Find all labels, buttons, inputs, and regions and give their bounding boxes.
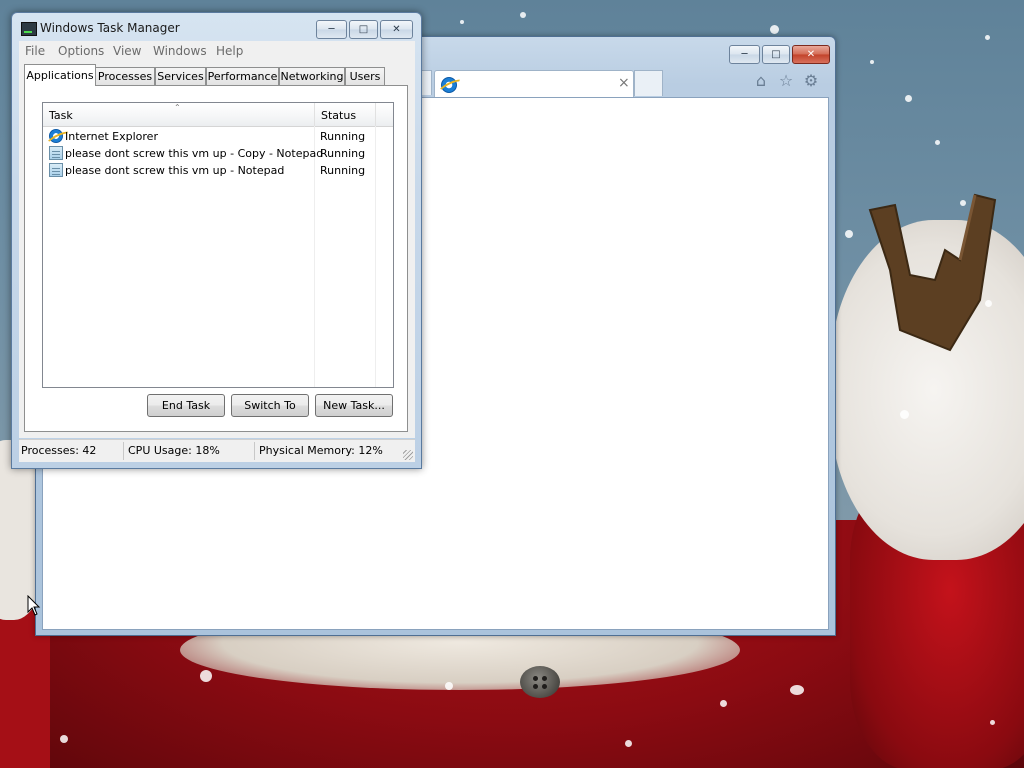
status-physical-memory: Physical Memory: 12% — [259, 444, 383, 457]
tab-networking[interactable]: Networking — [279, 67, 345, 85]
switch-to-button[interactable]: Switch To — [231, 394, 309, 417]
task-name: Internet Explorer — [65, 130, 158, 143]
menu-help[interactable]: Help — [216, 44, 243, 58]
wallpaper-santa-glove — [868, 193, 997, 352]
ie-new-tab-button[interactable] — [634, 70, 663, 96]
column-header-status[interactable]: Status — [315, 103, 376, 126]
menu-file[interactable]: File — [25, 44, 45, 58]
menu-windows[interactable]: Windows — [153, 44, 207, 58]
status-divider — [254, 442, 255, 460]
status-divider — [123, 442, 124, 460]
task-name: please dont screw this vm up - Notepad — [65, 164, 285, 177]
tab-performance[interactable]: Performance — [206, 67, 279, 85]
status-cpu-usage: CPU Usage: 18% — [128, 444, 220, 457]
mouse-cursor-icon — [27, 595, 41, 616]
table-row[interactable]: Internet Explorer Running — [43, 128, 393, 145]
notepad-icon — [49, 146, 63, 160]
ie-maximize-button[interactable]: □ — [762, 45, 790, 64]
tab-applications[interactable]: Applications — [24, 64, 96, 86]
settings-gear-icon[interactable]: ⚙ — [802, 72, 820, 90]
status-processes: Processes: 42 — [21, 444, 97, 457]
resize-grip[interactable] — [403, 450, 413, 460]
table-row[interactable]: please dont screw this vm up - Copy - No… — [43, 145, 393, 162]
internet-explorer-icon — [49, 129, 63, 143]
menu-view[interactable]: View — [113, 44, 141, 58]
tm-minimize-button[interactable]: ─ — [316, 20, 347, 39]
tm-maximize-button[interactable]: □ — [349, 20, 378, 39]
favorites-star-icon[interactable]: ☆ — [777, 72, 795, 90]
menu-bar: File Options View Windows Help — [19, 41, 415, 61]
tab-processes[interactable]: Processes — [95, 67, 155, 85]
task-status: Running — [320, 164, 366, 177]
task-status: Running — [320, 147, 366, 160]
home-icon[interactable]: ⌂ — [752, 72, 770, 90]
menu-options[interactable]: Options — [58, 44, 104, 58]
notepad-icon — [49, 163, 63, 177]
new-task-button[interactable]: New Task... — [315, 394, 393, 417]
applications-panel: Task ⌃ Status Internet Explorer Running … — [24, 85, 408, 432]
wallpaper-coat-button — [520, 666, 560, 698]
window-title: Windows Task Manager — [40, 21, 180, 35]
tab-users[interactable]: Users — [345, 67, 385, 85]
internet-explorer-icon — [441, 77, 457, 93]
tm-close-button[interactable]: ✕ — [380, 20, 413, 39]
task-list[interactable]: Task ⌃ Status Internet Explorer Running … — [42, 102, 394, 388]
ie-minimize-button[interactable]: ─ — [729, 45, 760, 64]
table-row[interactable]: please dont screw this vm up - Notepad R… — [43, 162, 393, 179]
task-manager-body: Applications Processes Services Performa… — [19, 60, 415, 438]
ie-tab-active[interactable]: × — [434, 70, 634, 97]
sort-ascending-icon: ⌃ — [174, 103, 181, 112]
tab-services[interactable]: Services — [155, 67, 206, 85]
end-task-button[interactable]: End Task — [147, 394, 225, 417]
ie-close-button[interactable]: ✕ — [792, 45, 830, 64]
ie-tab-close-button[interactable]: × — [618, 75, 630, 91]
task-manager-app-icon — [21, 22, 37, 36]
task-name: please dont screw this vm up - Copy - No… — [65, 147, 324, 160]
task-status: Running — [320, 130, 366, 143]
task-list-header: Task ⌃ Status — [43, 103, 393, 127]
task-manager-window[interactable]: Windows Task Manager ─ □ ✕ File Options … — [11, 12, 422, 469]
status-bar: Processes: 42 CPU Usage: 18% Physical Me… — [19, 439, 415, 462]
